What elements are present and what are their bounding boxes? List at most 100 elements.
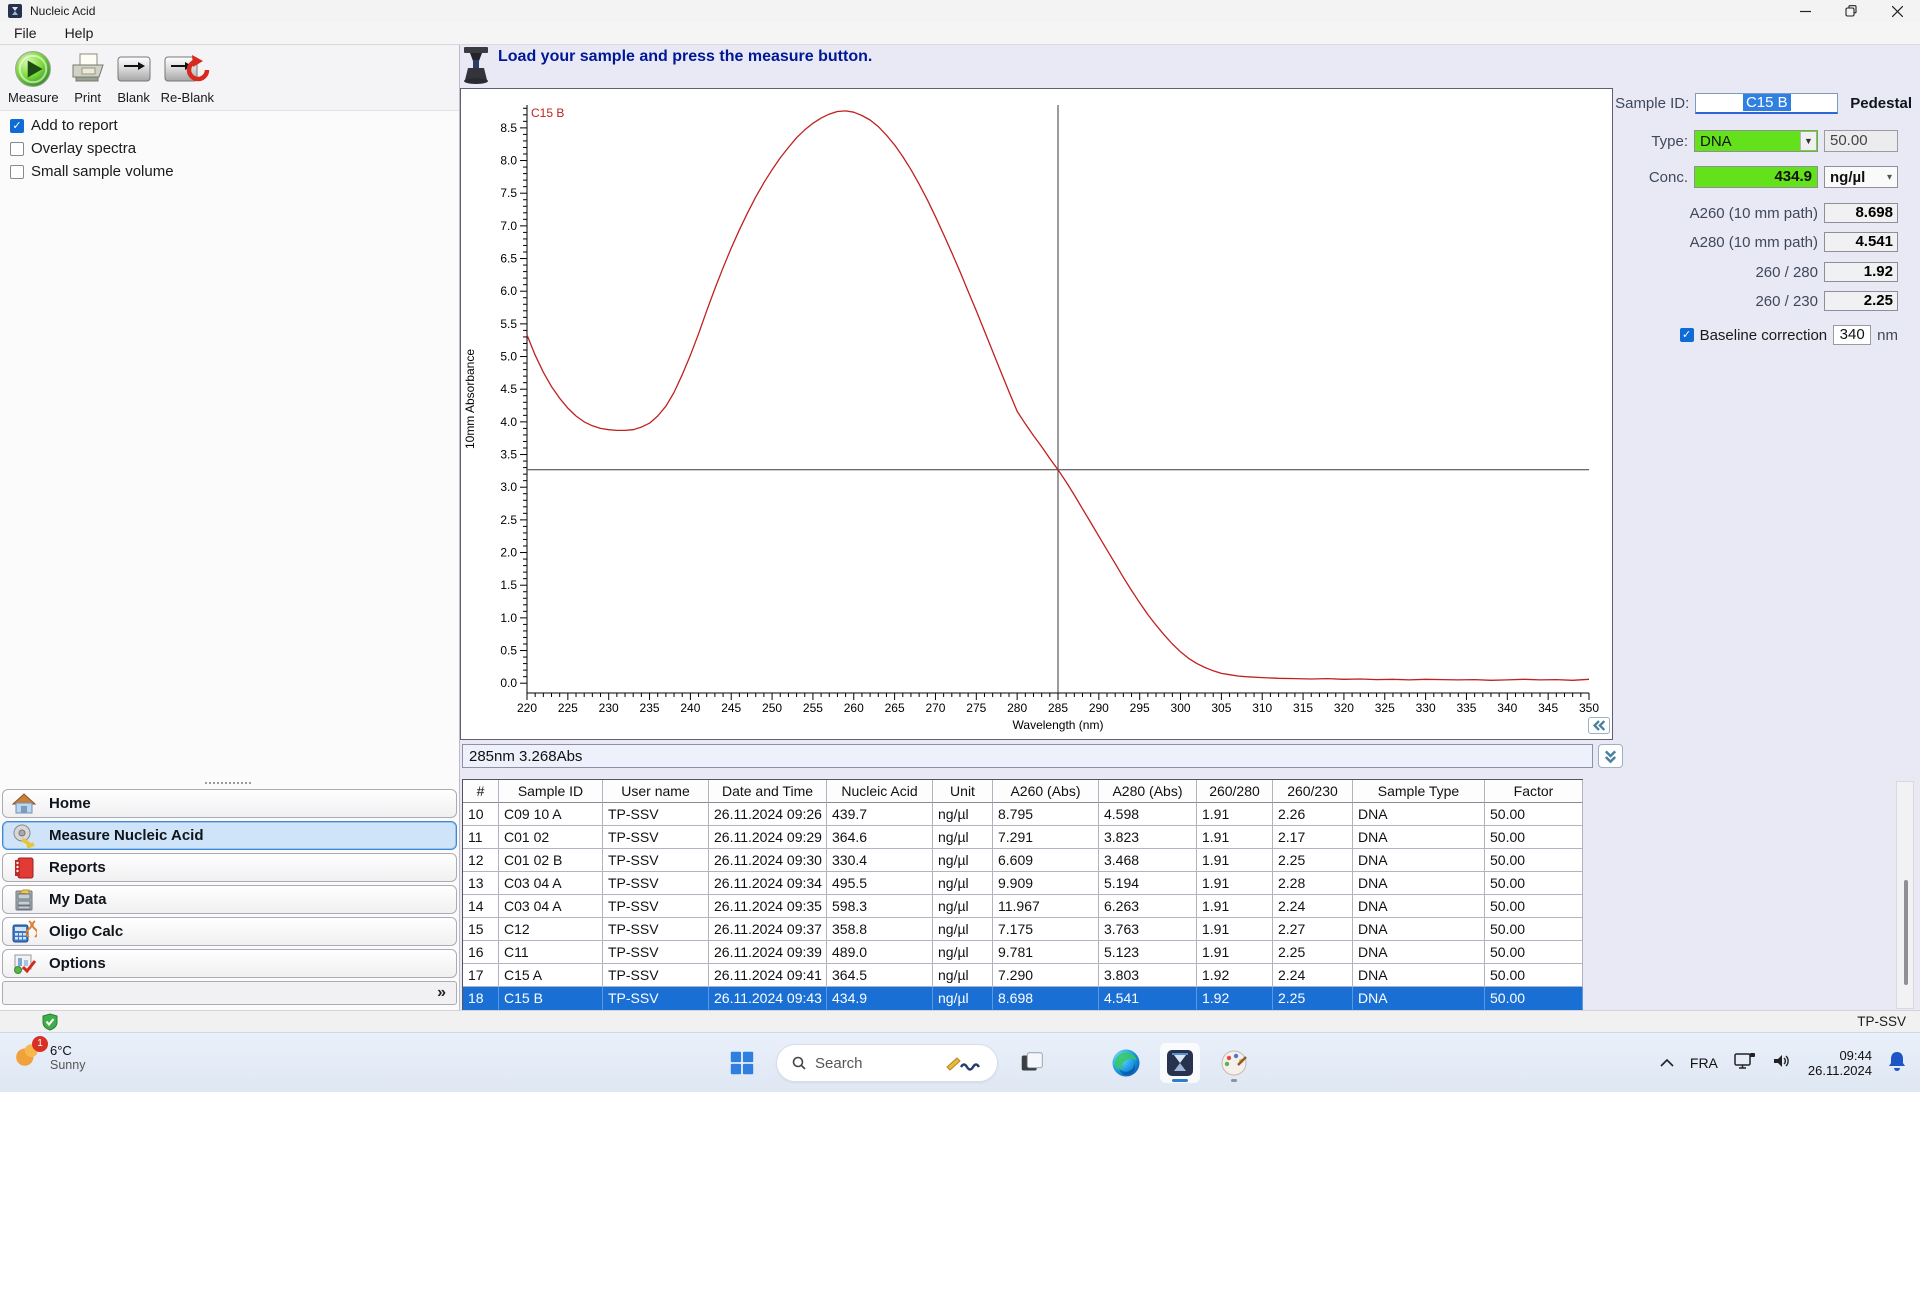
menu-help[interactable]: Help [51,25,108,41]
table-row[interactable]: 12 C01 02 B TP-SSV 26.11.2024 09:30 330.4 ng/… [463,849,1583,872]
weather-widget[interactable]: 1 6°C Sunny [14,1036,85,1074]
svg-text:305: 305 [1211,701,1231,715]
measure-icon [14,49,52,89]
table-row[interactable]: 13 C03 04 A TP-SSV 26.11.2024 09:34 495.5 ng/… [463,872,1583,895]
type-select[interactable]: DNA ▼ [1694,130,1818,152]
menu-file[interactable]: File [0,25,51,41]
svg-text:335: 335 [1456,701,1476,715]
toolbar: Measure Print Blank Re-Blank [0,45,459,111]
reblank-icon [164,49,210,89]
my-data-icon [11,887,37,913]
svg-text:7.0: 7.0 [500,219,517,233]
table-row[interactable]: 15 C12 TP-SSV 26.11.2024 09:37 358.8 ng/µl 7.1… [463,918,1583,941]
print-button[interactable]: Print [69,49,107,109]
edge-taskbar-button[interactable] [1106,1043,1146,1083]
restore-icon [1845,5,1857,17]
task-view-icon [1021,1052,1043,1071]
table-header-row: # Sample ID User name Date and Time Nucleic … [463,780,1583,803]
svg-text:0.0: 0.0 [500,676,517,690]
measure-button[interactable]: Measure [8,49,59,109]
column-header[interactable]: Date and Time [709,780,827,803]
a260-value-field: 8.698 [1824,203,1898,223]
column-header[interactable]: Sample Type [1353,780,1485,803]
column-header[interactable]: # [463,780,499,803]
sidebar-item-oligo-calc[interactable]: Oligo Calc [2,917,457,946]
reports-icon [11,855,37,881]
ratio-260-230-row: 260 / 230 2.25 [1755,291,1898,311]
svg-text:3.0: 3.0 [500,480,517,494]
notification-bell-icon[interactable] [1888,1051,1906,1076]
reblank-button[interactable]: Re-Blank [161,49,214,109]
overlay-spectra-option[interactable]: Overlay spectra [10,140,174,157]
ratio-260-280-field: 1.92 [1824,262,1898,282]
panel-splitter-handle[interactable] [205,782,251,786]
svg-text:345: 345 [1538,701,1558,715]
svg-text:5.5: 5.5 [500,317,517,331]
column-header[interactable]: 260/280 [1197,780,1273,803]
baseline-correction-checkbox[interactable]: ✓ [1679,328,1694,342]
sidebar-item-home[interactable]: Home [2,789,457,818]
table-row[interactable]: 16 C11 TP-SSV 26.11.2024 09:39 489.0 ng/µl 9.7… [463,941,1583,964]
cursor-readout: 285nm 3.268Abs [462,744,1593,768]
sidebar-item-reports[interactable]: Reports [2,853,457,882]
network-icon[interactable] [1734,1052,1756,1075]
search-highlights-pen-icon [946,1057,981,1071]
sidebar-expand-icon[interactable]: » [437,984,446,1002]
column-header[interactable]: 260/230 [1273,780,1353,803]
volume-icon[interactable] [1772,1053,1792,1074]
tray-date: 26.11.2024 [1807,1063,1872,1078]
table-row[interactable]: 14 C03 04 A TP-SSV 26.11.2024 09:35 598.3 ng/… [463,895,1583,918]
tray-time: 09:44 [1839,1048,1872,1063]
column-header[interactable]: Nucleic Acid [827,780,933,803]
options-icon [11,951,37,977]
baseline-row: ✓ Baseline correction 340 nm [1679,325,1898,345]
baseline-wavelength-field[interactable]: 340 [1833,325,1872,345]
conc-value-field: 434.9 [1694,166,1818,188]
type-dropdown-icon[interactable]: ▼ [1800,132,1816,150]
a280-label: A280 (10 mm path) [1689,233,1818,251]
start-button[interactable] [722,1043,762,1083]
svg-text:290: 290 [1089,701,1109,715]
svg-text:6.5: 6.5 [500,252,517,266]
close-button[interactable] [1874,0,1920,22]
paint-taskbar-button[interactable] [1214,1043,1254,1083]
sidebar-item-options[interactable]: Options [2,949,457,978]
column-header[interactable]: A280 (Abs) [1099,780,1197,803]
chart-collapse-button[interactable] [1588,717,1610,734]
task-view-button[interactable] [1012,1043,1052,1083]
svg-text:0.5: 0.5 [500,644,517,658]
print-icon [69,49,107,89]
svg-text:245: 245 [721,701,741,715]
baseline-label: Baseline correction [1699,326,1828,344]
sample-id-input[interactable]: C15 B [1695,93,1839,114]
a280-row: A280 (10 mm path) 4.541 [1690,232,1898,252]
column-header[interactable]: Factor [1485,780,1583,803]
restore-button[interactable] [1828,0,1874,22]
svg-text:220: 220 [517,701,537,715]
small-sample-volume-checkbox[interactable] [10,164,24,179]
search-input[interactable]: Search [776,1044,998,1082]
column-header[interactable]: Unit [933,780,993,803]
sidebar-item-my-data[interactable]: My Data [2,885,457,914]
svg-text:3.5: 3.5 [500,448,517,462]
table-row[interactable]: 10 C09 10 A TP-SSV 26.11.2024 09:26 439.7 ng/… [463,803,1583,826]
conc-unit-select[interactable]: ng/µl ▾ [1824,166,1898,188]
blank-button[interactable]: Blank [117,49,151,109]
clock[interactable]: 09:44 26.11.2024 [1808,1048,1872,1078]
column-header[interactable]: Sample ID [499,780,603,803]
add-to-report-checkbox[interactable]: ✓ [10,118,24,133]
language-indicator[interactable]: FRA [1690,1055,1718,1071]
tray-chevron-up-icon[interactable] [1660,1054,1674,1072]
column-header[interactable]: A260 (Abs) [993,780,1099,803]
table-row[interactable]: 18 C15 B TP-SSV 26.11.2024 09:43 434.9 ng/µl 8… [463,987,1583,1010]
small-sample-volume-option[interactable]: Small sample volume [10,163,174,180]
column-header[interactable]: User name [603,780,709,803]
minimize-button[interactable] [1782,0,1828,22]
overlay-spectra-checkbox[interactable] [10,141,24,156]
nucleic-acid-taskbar-button[interactable] [1160,1043,1200,1083]
table-row[interactable]: 17 C15 A TP-SSV 26.11.2024 09:41 364.5 ng/µl 7… [463,964,1583,987]
table-row[interactable]: 11 C01 02 TP-SSV 26.11.2024 09:29 364.6 ng/µl… [463,826,1583,849]
minimize-icon [1799,10,1811,12]
sidebar-item-measure-nucleic-acid[interactable]: Measure Nucleic Acid [2,821,457,850]
add-to-report-option[interactable]: ✓ Add to report [10,117,174,134]
